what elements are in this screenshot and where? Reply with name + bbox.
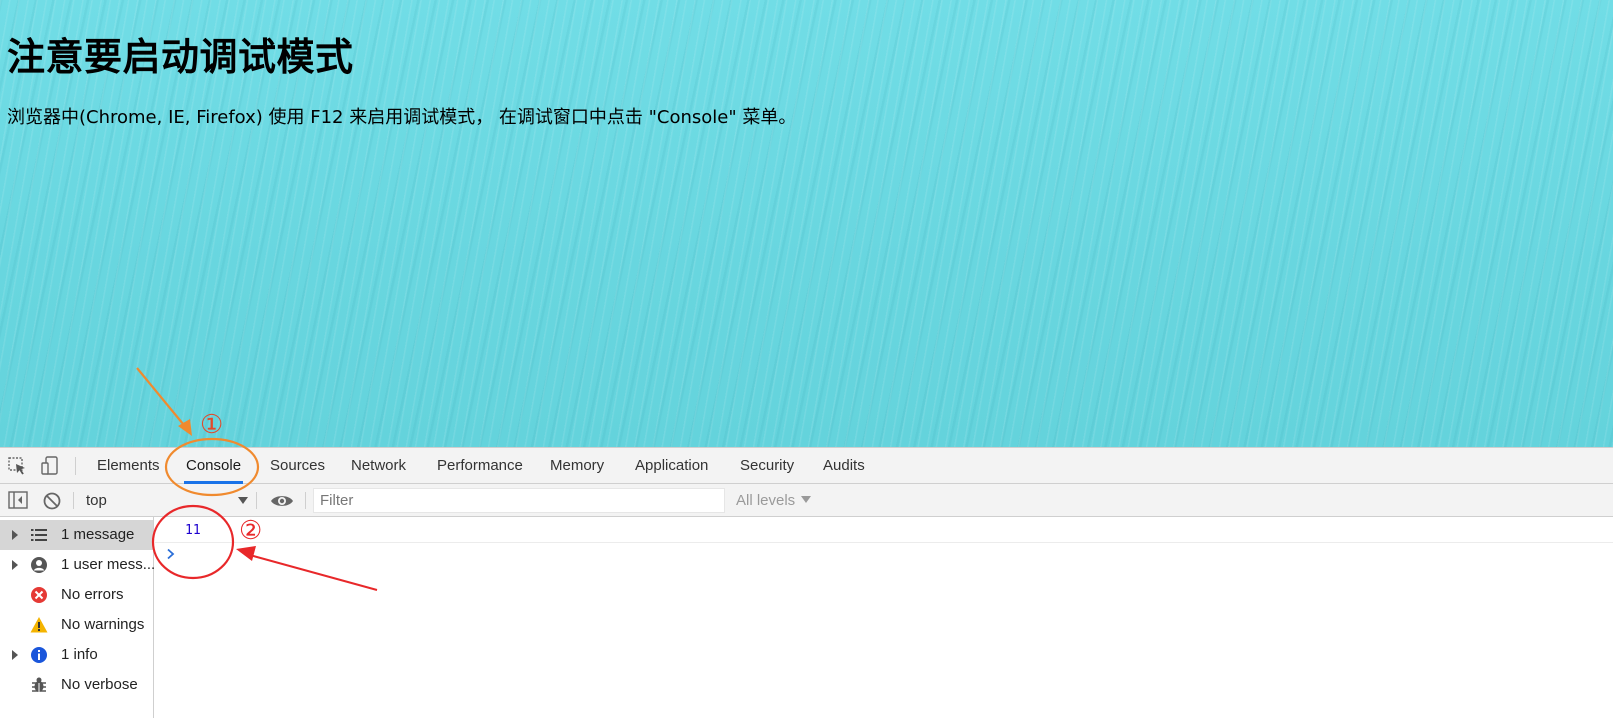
sidebar-item-info[interactable]: 1 info (0, 640, 153, 670)
devtools-panel: Elements Console Sources Network Perform… (0, 447, 1613, 718)
console-sidebar: 1 message 1 user mess... No errors No wa… (0, 517, 156, 718)
expand-arrow-icon[interactable] (12, 560, 18, 570)
error-icon (30, 586, 48, 604)
console-output: 11 (155, 517, 1613, 718)
sidebar-item-messages[interactable]: 1 message (0, 520, 153, 550)
console-prompt[interactable] (155, 544, 1613, 568)
sidebar-item-label: 1 info (61, 646, 98, 663)
tab-security[interactable]: Security (740, 448, 794, 484)
filter-input[interactable] (313, 488, 725, 513)
toolbar-separator (305, 492, 306, 509)
info-icon (30, 646, 48, 664)
tab-audits[interactable]: Audits (823, 448, 865, 484)
log-levels-label: All levels (736, 492, 796, 509)
sidebar-toggle-icon[interactable] (8, 491, 28, 509)
sidebar-item-user-messages[interactable]: 1 user mess... (0, 550, 156, 580)
device-toolbar-icon[interactable] (40, 456, 62, 476)
tab-application[interactable]: Application (635, 448, 708, 484)
console-message-row: 11 (155, 517, 1613, 543)
expand-arrow-icon[interactable] (12, 530, 18, 540)
sidebar-item-label: No verbose (61, 676, 138, 693)
page-viewport: 注意要启动调试模式 浏览器中(Chrome, IE, Firefox) 使用 F… (0, 0, 1613, 447)
tab-elements[interactable]: Elements (97, 448, 160, 484)
devtools-tabbar: Elements Console Sources Network Perform… (0, 448, 1613, 484)
clear-console-icon[interactable] (42, 491, 62, 511)
tab-network[interactable]: Network (351, 448, 406, 484)
page-paragraph: 浏览器中(Chrome, IE, Firefox) 使用 F12 来启用调试模式… (7, 107, 797, 128)
tab-performance[interactable]: Performance (437, 448, 523, 484)
chevron-down-icon[interactable] (238, 497, 248, 504)
tab-console[interactable]: Console (183, 448, 244, 484)
toolbar-separator (73, 492, 74, 509)
toolbar-separator (256, 492, 257, 509)
bug-icon (30, 676, 48, 694)
page-heading: 注意要启动调试模式 (7, 35, 354, 79)
list-icon (30, 526, 48, 544)
warning-icon (30, 616, 48, 634)
chevron-down-icon (801, 496, 812, 503)
sidebar-item-label: 1 user mess... (61, 556, 156, 573)
console-toolbar: top All levels (0, 484, 1613, 517)
sidebar-item-verbose[interactable]: No verbose (0, 670, 153, 700)
tab-sources[interactable]: Sources (270, 448, 325, 484)
sidebar-item-label: 1 message (61, 526, 135, 543)
tab-separator (75, 457, 76, 475)
inspect-element-icon[interactable] (7, 456, 29, 476)
sidebar-item-label: No warnings (61, 616, 145, 633)
console-message-value: 11 (185, 523, 201, 538)
prompt-chevron-icon (165, 547, 177, 561)
context-select[interactable]: top (80, 489, 248, 512)
sidebar-item-warnings[interactable]: No warnings (0, 610, 153, 640)
log-levels-select[interactable]: All levels (736, 489, 812, 512)
tab-memory[interactable]: Memory (550, 448, 604, 484)
sidebar-item-label: No errors (61, 586, 124, 603)
sidebar-item-errors[interactable]: No errors (0, 580, 153, 610)
user-icon (30, 556, 48, 574)
expand-arrow-icon[interactable] (12, 650, 18, 660)
eye-icon[interactable] (270, 493, 294, 509)
